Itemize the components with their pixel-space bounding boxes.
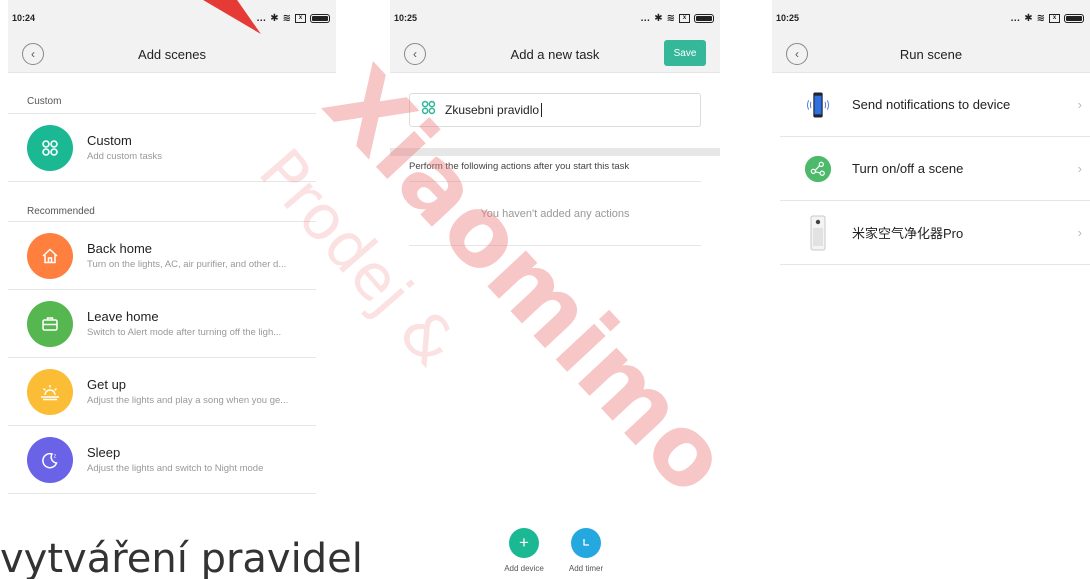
status-icons: … ✱ ≋ x: [256, 13, 330, 24]
bluetooth-icon: ✱: [1024, 12, 1033, 24]
signal-dots-icon: …: [1010, 12, 1021, 24]
clock-icon: [583, 539, 589, 546]
battery-icon: [1064, 13, 1084, 23]
empty-actions-message: You haven't added any actions: [409, 182, 701, 246]
wifi-icon: ≋: [1036, 12, 1045, 24]
add-device-control[interactable]: + Add device: [494, 528, 554, 573]
status-time: 10:25: [394, 13, 418, 23]
wifi-icon: ≋: [282, 12, 291, 24]
status-bar: 10:24 … ✱ ≋ x: [8, 0, 336, 36]
scene-title: Back home: [87, 241, 153, 256]
chevron-left-icon: ‹: [413, 47, 417, 61]
run-item-title: Send notifications to device: [852, 97, 1011, 112]
battery-icon: [310, 13, 330, 23]
scene-description: Adjust the lights and play a song when y…: [87, 395, 289, 406]
page-title: Add scenes: [138, 46, 206, 62]
status-icons: … ✱ ≋ x: [640, 13, 714, 24]
back-button[interactable]: ‹: [404, 43, 426, 65]
status-time: 10:24: [12, 13, 36, 23]
status-bar: 10:25 … ✱ ≋ x: [772, 0, 1090, 36]
scene-item-get-up[interactable]: Get up Adjust the lights and play a song…: [8, 358, 316, 426]
svg-text:z: z: [54, 453, 57, 459]
chevron-right-icon: ›: [1077, 97, 1082, 112]
grid-icon: [27, 124, 73, 171]
scene-text: Back home Turn on the lights, AC, air pu…: [87, 241, 316, 270]
phone-notification-icon: [804, 85, 832, 125]
scene-item-back-home[interactable]: Back home Turn on the lights, AC, air pu…: [8, 222, 316, 290]
scene-item-custom[interactable]: Custom Add custom tasks: [8, 114, 316, 182]
briefcase-icon: [27, 300, 73, 347]
signal-dots-icon: …: [256, 12, 267, 24]
add-timer-button[interactable]: [571, 528, 601, 558]
scene-share-icon: [804, 149, 832, 189]
wifi-icon: ≋: [666, 12, 675, 24]
run-item-title: 米家空气净化器Pro: [852, 226, 964, 241]
actions-heading: Perform the following actions after you …: [409, 161, 701, 182]
run-item-send-notifications[interactable]: Send notifications to device ›: [780, 73, 1090, 137]
add-timer-label: Add timer: [568, 564, 604, 573]
title-bar: ‹ Add a new task Save: [390, 36, 720, 73]
run-item-toggle-scene[interactable]: Turn on/off a scene ›: [780, 137, 1090, 201]
back-button[interactable]: ‹: [786, 43, 808, 65]
scene-title: Sleep: [87, 445, 121, 460]
scene-title: Get up: [87, 377, 127, 392]
home-icon: [27, 232, 73, 279]
air-purifier-icon: [804, 213, 832, 253]
chevron-left-icon: ‹: [795, 47, 799, 61]
scene-item-leave-home[interactable]: Leave home Switch to Alert mode after tu…: [8, 290, 316, 358]
scene-text: Leave home Switch to Alert mode after tu…: [87, 309, 316, 338]
plus-icon: +: [519, 533, 529, 552]
run-item-air-purifier[interactable]: 米家空气净化器Pro ›: [780, 201, 1090, 265]
add-device-label: Add device: [504, 564, 544, 573]
sim-icon: x: [1049, 13, 1060, 23]
run-item-title: Turn on/off a scene: [852, 161, 964, 176]
bluetooth-icon: ✱: [270, 12, 279, 24]
add-timer-control[interactable]: Add timer: [556, 528, 616, 573]
bluetooth-icon: ✱: [654, 12, 663, 24]
scene-description: Turn on the lights, AC, air purifier, an…: [87, 259, 287, 270]
signal-dots-icon: …: [640, 12, 651, 24]
scene-title: Leave home: [87, 309, 159, 324]
task-name-value: Zkusebni pravidlo: [445, 103, 540, 117]
page-title: Add a new task: [510, 46, 600, 62]
chevron-left-icon: ‹: [31, 47, 35, 61]
scene-text: Sleep Adjust the lights and switch to Ni…: [87, 445, 316, 474]
title-bar: ‹ Add scenes: [8, 36, 336, 73]
scene-title: Custom: [87, 133, 132, 148]
save-button[interactable]: Save: [664, 40, 706, 66]
task-name-input[interactable]: Zkusebni pravidlo: [409, 93, 701, 127]
run-scene-screen: 10:25 … ✱ ≋ x ‹ Run scene Send notificat…: [772, 0, 1090, 579]
status-bar: 10:25 … ✱ ≋ x: [390, 0, 720, 36]
add-scenes-screen: 10:24 … ✱ ≋ x ‹ Add scenes Custom Custom…: [8, 0, 336, 579]
battery-icon: [694, 13, 714, 23]
sim-icon: x: [295, 13, 306, 23]
caption-text: vytváření pravidel: [0, 536, 363, 579]
overlay-gray-bar: [390, 148, 720, 156]
chevron-right-icon: ›: [1077, 161, 1082, 176]
add-task-screen: 10:25 … ✱ ≋ x ‹ Add a new task Save Zkus…: [390, 0, 720, 579]
scene-description: Add custom tasks: [87, 151, 162, 162]
scene-description: Switch to Alert mode after turning off t…: [87, 327, 282, 338]
sunrise-icon: [27, 368, 73, 415]
scene-item-sleep[interactable]: z Sleep Adjust the lights and switch to …: [8, 426, 316, 494]
chevron-right-icon: ›: [1077, 225, 1082, 240]
status-time: 10:25: [776, 13, 800, 23]
scene-text: Get up Adjust the lights and play a song…: [87, 377, 316, 406]
run-scene-list: Send notifications to device › Turn on/o…: [772, 73, 1090, 265]
status-icons: … ✱ ≋ x: [1010, 13, 1084, 24]
back-button[interactable]: ‹: [22, 43, 44, 65]
sim-icon: x: [679, 13, 690, 23]
moon-icon: z: [27, 436, 73, 483]
section-label-custom: Custom: [8, 73, 316, 114]
page-title: Run scene: [899, 46, 963, 62]
scene-text: Custom Add custom tasks: [87, 133, 316, 162]
add-device-button[interactable]: +: [509, 528, 539, 558]
scene-description: Adjust the lights and switch to Night mo…: [87, 463, 264, 474]
section-label-recommended: Recommended: [8, 182, 316, 222]
title-bar: ‹ Run scene: [772, 36, 1090, 73]
grid-icon: [420, 99, 437, 121]
text-cursor: [541, 103, 543, 117]
